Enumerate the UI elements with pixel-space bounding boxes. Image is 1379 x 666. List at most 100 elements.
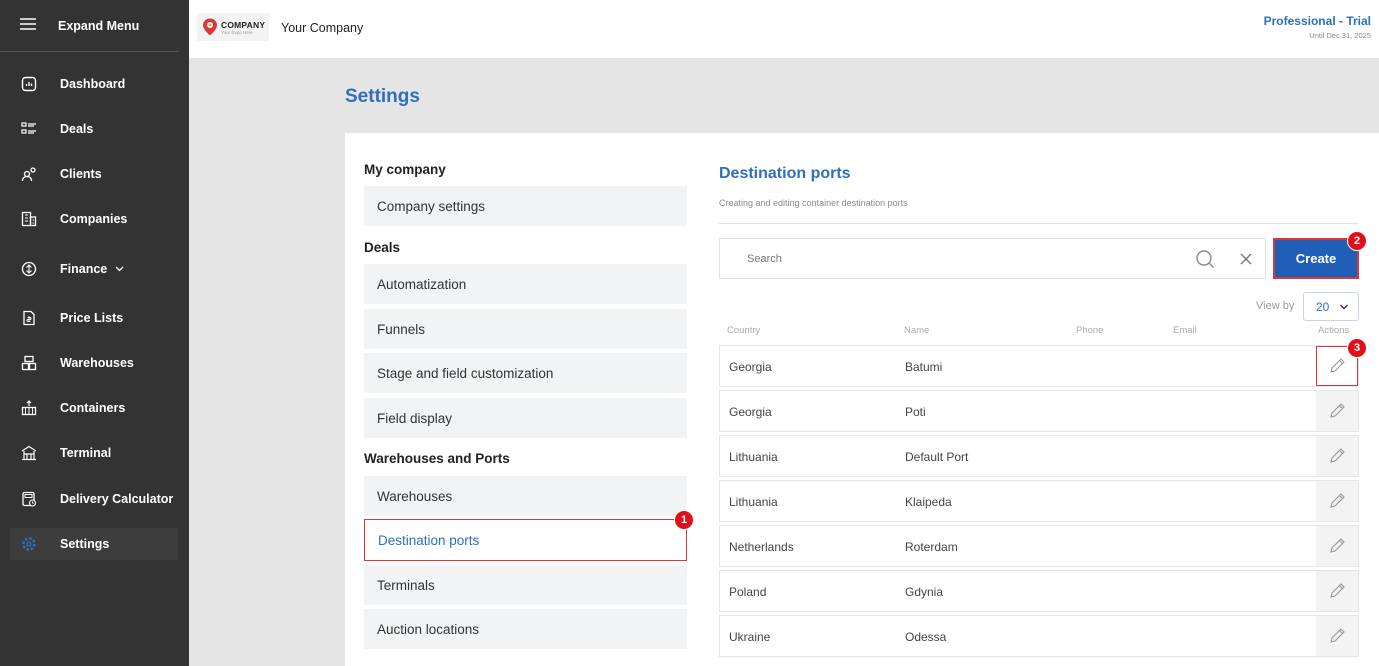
deals-icon [20, 120, 38, 138]
companies-icon [20, 210, 38, 228]
menu-item-label: Company settings [377, 198, 486, 214]
column-header-actions: Actions [1318, 325, 1350, 336]
sidebar-item-label: Delivery Calculator [60, 492, 174, 506]
search-icon[interactable] [1195, 249, 1215, 269]
column-header-phone[interactable]: Phone [1076, 325, 1103, 336]
menu-section-warehouses-ports: Warehouses and Ports [364, 451, 510, 466]
cell-name: Klaipeda [905, 495, 952, 509]
view-by-select[interactable]: 20 [1303, 292, 1359, 321]
table-row: Lithuania Klaipeda [719, 480, 1359, 522]
sidebar-item-label: Price Lists [60, 311, 124, 325]
pencil-icon [1330, 493, 1345, 508]
pencil-icon [1330, 628, 1345, 643]
search-input[interactable] [747, 252, 1167, 265]
sidebar-item-label: Deals [60, 122, 94, 136]
edit-button[interactable] [1316, 616, 1358, 656]
edit-button[interactable] [1316, 571, 1358, 611]
sidebar-item-label: Warehouses [60, 356, 134, 370]
pencil-icon [1330, 448, 1345, 463]
menu-item-company-settings[interactable]: Company settings [364, 186, 687, 226]
view-by-label: View by [1256, 300, 1295, 312]
edit-button[interactable] [1316, 436, 1358, 476]
plan-title[interactable]: Professional - Trial [1264, 14, 1371, 28]
sidebar-item-delivery-calculator[interactable]: Delivery Calculator [10, 483, 178, 515]
sidebar-item-label: Dashboard [60, 77, 126, 91]
step-badge-2: 2 [1347, 231, 1367, 251]
cell-name: Poti [905, 405, 926, 419]
finance-icon [20, 260, 38, 278]
column-header-email[interactable]: Email [1173, 325, 1197, 336]
sidebar: Expand Menu Dashboard Deals Clients Comp… [0, 0, 189, 666]
content-title: Destination ports [719, 165, 851, 182]
company-logo[interactable]: COMPANY Your Expo Here [197, 13, 269, 41]
content-subtitle: Creating and editing container destinati… [719, 198, 908, 208]
top-header: COMPANY Your Expo Here Your Company Prof… [189, 0, 1379, 58]
menu-item-funnels[interactable]: Funnels [364, 309, 687, 349]
menu-item-label: Funnels [377, 321, 426, 337]
menu-item-label: Destination ports [378, 532, 480, 548]
expand-menu-button[interactable]: Expand Menu [0, 0, 179, 52]
column-header-country[interactable]: Country [727, 325, 760, 336]
menu-item-destination-ports[interactable]: Destination ports [364, 519, 687, 561]
cell-country: Lithuania [729, 450, 778, 464]
plan-expiry: Until Dec 31, 2025 [1309, 31, 1371, 40]
logo-title: COMPANY [221, 19, 266, 30]
calculator-icon [20, 490, 38, 508]
location-pin-icon [203, 18, 217, 36]
cell-country: Georgia [729, 360, 772, 374]
step-badge-3: 3 [1347, 338, 1367, 358]
sidebar-item-companies[interactable]: Companies [10, 203, 178, 235]
menu-item-label: Terminals [377, 577, 435, 593]
cell-country: Netherlands [729, 540, 794, 554]
search-box [719, 238, 1266, 279]
sidebar-item-terminal[interactable]: Terminal [10, 437, 178, 469]
menu-item-automatization[interactable]: Automatization [364, 264, 687, 304]
sidebar-item-price-lists[interactable]: Price Lists [10, 302, 178, 334]
hamburger-icon [20, 17, 36, 35]
menu-item-field-display[interactable]: Field display [364, 398, 687, 438]
menu-item-auction-locations[interactable]: Auction locations [364, 609, 687, 649]
edit-button[interactable] [1316, 526, 1358, 566]
table-row: Georgia Poti [719, 390, 1359, 432]
sidebar-item-label: Terminal [60, 446, 112, 460]
price-list-icon [20, 309, 38, 327]
view-by-value: 20 [1316, 299, 1330, 314]
pencil-icon [1330, 583, 1345, 598]
create-button[interactable]: Create [1273, 238, 1359, 279]
sidebar-item-label: Settings [60, 537, 110, 551]
sidebar-item-finance[interactable]: Finance [10, 253, 178, 285]
table-row: Poland Gdynia [719, 570, 1359, 612]
edit-button[interactable] [1316, 481, 1358, 521]
content-divider [719, 223, 1359, 224]
sidebar-item-label: Companies [60, 212, 128, 226]
sidebar-item-clients[interactable]: Clients [10, 158, 178, 190]
menu-section-my-company: My company [364, 162, 446, 177]
column-header-name[interactable]: Name [904, 325, 929, 336]
sidebar-item-deals[interactable]: Deals [10, 113, 178, 145]
cell-name: Gdynia [905, 585, 944, 599]
menu-item-label: Automatization [377, 276, 467, 292]
cell-name: Odessa [905, 630, 947, 644]
warehouse-icon [20, 354, 38, 372]
edit-button[interactable] [1316, 391, 1358, 431]
menu-item-label: Warehouses [377, 488, 453, 504]
close-icon[interactable] [1238, 251, 1254, 267]
sidebar-item-settings[interactable]: Settings [10, 528, 178, 560]
menu-item-stage-field-customization[interactable]: Stage and field customization [364, 353, 687, 393]
expand-menu-label: Expand Menu [58, 18, 140, 33]
menu-item-terminals[interactable]: Terminals [364, 565, 687, 605]
clients-icon [20, 165, 38, 183]
pencil-icon [1330, 358, 1345, 373]
cell-country: Georgia [729, 405, 772, 419]
sidebar-item-label: Clients [60, 167, 102, 181]
menu-item-warehouses[interactable]: Warehouses [364, 476, 687, 516]
cell-country: Poland [729, 585, 767, 599]
pencil-icon [1330, 538, 1345, 553]
table-row: Lithuania Default Port [719, 435, 1359, 477]
sidebar-item-containers[interactable]: Containers [10, 392, 178, 424]
cell-name: Roterdam [905, 540, 958, 554]
sidebar-item-dashboard[interactable]: Dashboard [10, 68, 178, 100]
chevron-down-icon [1340, 304, 1348, 310]
sidebar-item-warehouses[interactable]: Warehouses [10, 347, 178, 379]
sidebar-item-label: Containers [60, 401, 126, 415]
